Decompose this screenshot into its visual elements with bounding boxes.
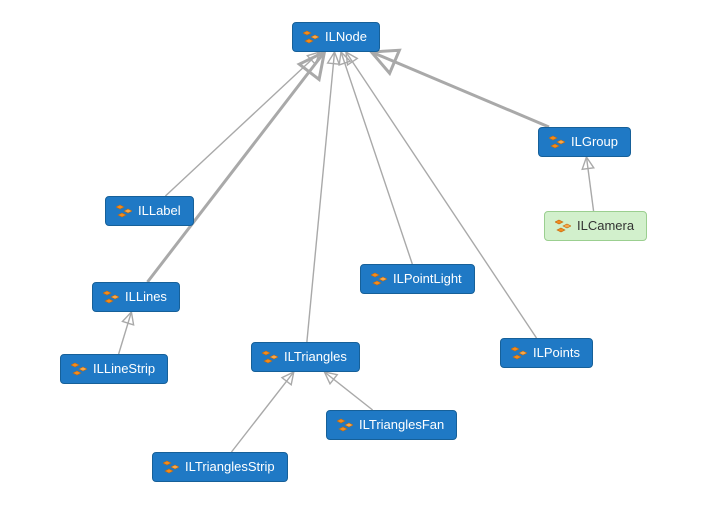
class-icon xyxy=(116,203,132,219)
node-label: ILLabel xyxy=(138,203,181,219)
node-ilpoints[interactable]: ILPoints xyxy=(500,338,593,368)
node-label: ILPointLight xyxy=(393,271,462,287)
node-label: ILCamera xyxy=(577,218,634,234)
node-iltrianglesfan[interactable]: ILTrianglesFan xyxy=(326,410,457,440)
edge-illines-to-ilnode xyxy=(147,52,324,282)
class-icon xyxy=(555,218,571,234)
edge-iltriangles-to-ilnode xyxy=(307,52,335,342)
class-icon xyxy=(549,134,565,150)
node-illinestrip[interactable]: ILLineStrip xyxy=(60,354,168,384)
node-label: ILTriangles xyxy=(284,349,347,365)
node-ilgroup[interactable]: ILGroup xyxy=(538,127,631,157)
node-label: ILLines xyxy=(125,289,167,305)
node-ilcamera[interactable]: ILCamera xyxy=(544,211,647,241)
node-ilnode[interactable]: ILNode xyxy=(292,22,380,52)
node-iltriangles[interactable]: ILTriangles xyxy=(251,342,360,372)
class-icon xyxy=(303,29,319,45)
edge-iltrianglesstrip-to-iltriangles xyxy=(231,372,293,452)
class-icon xyxy=(337,417,353,433)
class-icon xyxy=(371,271,387,287)
class-icon xyxy=(511,345,527,361)
class-icon xyxy=(262,349,278,365)
node-label: ILPoints xyxy=(533,345,580,361)
edge-ilgroup-to-ilnode xyxy=(371,52,549,127)
node-label: ILLineStrip xyxy=(93,361,155,377)
edge-ilpoints-to-ilnode xyxy=(346,52,537,338)
class-hierarchy-diagram: ILNode ILGroup ILCamera ILLabel ILPointL… xyxy=(0,0,702,511)
node-ilpointlight[interactable]: ILPointLight xyxy=(360,264,475,294)
node-label: ILNode xyxy=(325,29,367,45)
edge-ilpointlight-to-ilnode xyxy=(341,52,412,264)
node-label: ILTrianglesFan xyxy=(359,417,444,433)
node-label: ILGroup xyxy=(571,134,618,150)
class-icon xyxy=(71,361,87,377)
node-illines[interactable]: ILLines xyxy=(92,282,180,312)
class-icon xyxy=(163,459,179,475)
node-iltrianglesstrip[interactable]: ILTrianglesStrip xyxy=(152,452,288,482)
node-label: ILTrianglesStrip xyxy=(185,459,275,475)
class-icon xyxy=(103,289,119,305)
edge-illinestrip-to-illines xyxy=(119,312,132,354)
node-illabel[interactable]: ILLabel xyxy=(105,196,194,226)
edge-illabel-to-ilnode xyxy=(165,52,319,196)
edge-ilcamera-to-ilgroup xyxy=(586,157,593,211)
edge-iltrianglesfan-to-iltriangles xyxy=(324,372,372,410)
